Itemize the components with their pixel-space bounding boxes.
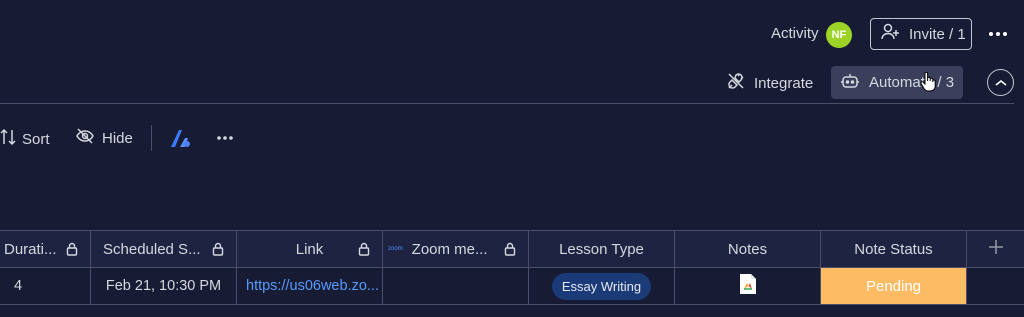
column-label: Lesson Type (559, 240, 644, 258)
lock-icon (212, 242, 224, 260)
sort-icon (0, 128, 16, 150)
add-column-button[interactable] (967, 231, 1024, 267)
zoom-icon: zoom (388, 246, 403, 252)
hide-label: Hide (102, 129, 133, 147)
activity-button[interactable]: Activity (771, 25, 819, 42)
scheduled-cell[interactable]: Feb 21, 10:30 PM (91, 268, 237, 304)
empty-cell (967, 268, 1024, 304)
toolbar-divider (151, 125, 152, 151)
column-header-duration[interactable]: Durati... (0, 231, 91, 267)
zoom-link[interactable]: https://us06web.zo... (237, 278, 379, 294)
invite-label: Invite / 1 (909, 25, 966, 43)
zoom-cell[interactable] (383, 268, 529, 304)
hand-cursor-icon (920, 71, 936, 97)
column-label: Link (295, 240, 324, 258)
plus-icon (988, 239, 1004, 259)
more-options-icon[interactable] (214, 128, 236, 148)
status-label: Pending (865, 277, 922, 295)
sort-button[interactable]: Sort (0, 128, 50, 150)
column-label: Scheduled S... (103, 240, 201, 258)
lock-icon (66, 242, 78, 260)
plug-icon (726, 71, 746, 95)
column-header-lesson-type[interactable]: Lesson Type (529, 231, 675, 267)
document-file-icon[interactable] (739, 273, 757, 299)
robot-icon (841, 73, 859, 93)
lock-icon (358, 242, 370, 260)
column-label: Durati... (4, 240, 57, 258)
lesson-type-label: Essay Writing (551, 272, 652, 300)
header-divider (0, 103, 1014, 104)
column-label: Notes (727, 240, 768, 258)
table-header: Durati... Scheduled S... Link zoom Zoom … (0, 230, 1024, 268)
lesson-type-cell[interactable]: Essay Writing (529, 268, 675, 304)
add-user-icon (881, 23, 901, 45)
column-label: Zoom me... (411, 240, 488, 258)
column-header-zoom[interactable]: zoom Zoom me... (383, 231, 529, 267)
scheduled-value: Feb 21, 10:30 PM (105, 278, 222, 294)
integrate-button[interactable]: Integrate (726, 70, 813, 96)
column-header-notes[interactable]: Notes (675, 231, 821, 267)
link-cell[interactable]: https://us06web.zo... (237, 268, 383, 304)
eye-hidden-icon (76, 128, 94, 148)
avatar[interactable]: NF (826, 22, 852, 48)
ai-assistant-icon[interactable] (168, 127, 192, 149)
table-row: 4 Feb 21, 10:30 PM https://us06web.zo...… (0, 268, 1024, 305)
duration-cell[interactable]: 4 (0, 268, 91, 304)
sort-label: Sort (22, 130, 50, 148)
column-label: Note Status (854, 240, 933, 258)
invite-button[interactable]: Invite / 1 (870, 18, 972, 50)
column-header-scheduled[interactable]: Scheduled S... (91, 231, 237, 267)
integrate-label: Integrate (754, 74, 814, 92)
chevron-up-icon (995, 74, 1007, 92)
automate-button[interactable]: Automate / 3 (831, 66, 963, 99)
automate-label: Automate / 3 (869, 74, 955, 91)
collapse-button[interactable] (987, 69, 1014, 96)
more-options-icon[interactable] (986, 24, 1010, 44)
duration-value: 4 (14, 278, 23, 294)
column-header-link[interactable]: Link (237, 231, 383, 267)
notes-cell[interactable] (675, 268, 821, 304)
column-header-note-status[interactable]: Note Status (821, 231, 967, 267)
note-status-cell[interactable]: Pending (821, 268, 967, 304)
hide-button[interactable]: Hide (76, 128, 133, 148)
lock-icon (504, 242, 516, 260)
